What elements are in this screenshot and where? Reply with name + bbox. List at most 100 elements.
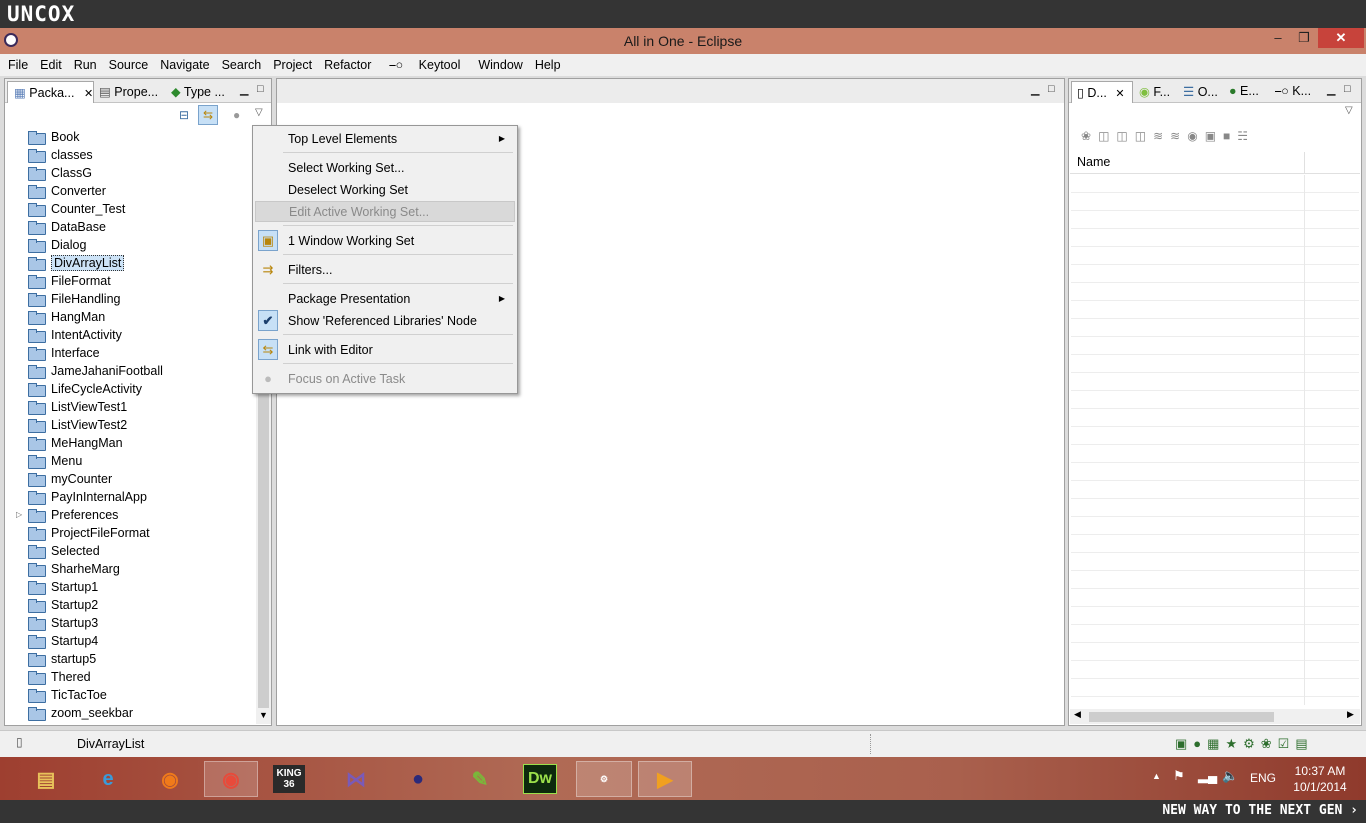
- menu-project[interactable]: Project: [267, 58, 318, 72]
- menu-item-filters[interactable]: ⇉ Filters...: [255, 259, 515, 280]
- tree-item[interactable]: Book: [28, 128, 80, 146]
- tree-item[interactable]: HangMan: [28, 308, 105, 326]
- trash-icon[interactable]: ◫: [1135, 129, 1153, 143]
- devices-horizontal-scrollbar[interactable]: ◀ ▶: [1070, 709, 1360, 724]
- tree-item[interactable]: MeHangMan: [28, 434, 123, 452]
- minimize-editor-icon[interactable]: ▁: [1031, 83, 1039, 96]
- tab-emulator[interactable]: ● E...: [1229, 81, 1271, 103]
- tree-item[interactable]: Thered: [28, 668, 91, 686]
- tree-item[interactable]: Selected: [28, 542, 100, 560]
- close-tab-icon[interactable]: ✕: [1115, 88, 1124, 100]
- tab-keytool[interactable]: ⎯○ K...: [1275, 81, 1319, 103]
- menu-item-link-with-editor[interactable]: ⇆ Link with Editor: [255, 339, 515, 360]
- tray-expand-icon[interactable]: ▲: [1152, 771, 1161, 781]
- focus-task-icon[interactable]: ●: [233, 108, 240, 122]
- tree-item[interactable]: ListViewTest1: [28, 398, 127, 416]
- restore-button[interactable]: ❐: [1291, 28, 1317, 48]
- view-menu-icon[interactable]: ▽: [1345, 105, 1353, 116]
- tree-item-selected[interactable]: DivArrayList: [28, 254, 125, 272]
- tree-item[interactable]: TicTacToe: [28, 686, 107, 704]
- tab-package-explorer[interactable]: ▦ Packa... ✕: [7, 81, 94, 103]
- expand-arrow-icon[interactable]: ▷: [16, 510, 22, 519]
- tree-item[interactable]: ClassG: [28, 164, 92, 182]
- tree-item[interactable]: Dialog: [28, 236, 86, 254]
- menu-item-deselect-working-set[interactable]: Deselect Working Set: [255, 179, 515, 200]
- menu-item-show-referenced-libraries[interactable]: ✔ Show 'Referenced Libraries' Node: [255, 310, 515, 331]
- menu-edit[interactable]: Edit: [34, 58, 68, 72]
- new-item-icon[interactable]: ▯: [16, 735, 23, 749]
- menu-item-edit-active-working-set[interactable]: Edit Active Working Set...: [255, 201, 515, 222]
- tree-item[interactable]: Startup1: [28, 578, 98, 596]
- tree-item[interactable]: Startup4: [28, 632, 98, 650]
- camera-icon[interactable]: ▣: [1205, 129, 1223, 143]
- scroll-right-icon[interactable]: ▶: [1347, 709, 1354, 720]
- tree-item[interactable]: zoom_seekbar: [28, 704, 133, 722]
- visual-studio-icon[interactable]: ⋈: [336, 761, 376, 797]
- menu-item-window-working-set[interactable]: ▣ 1 Window Working Set: [255, 230, 515, 251]
- tree-item[interactable]: Startup2: [28, 596, 98, 614]
- tree-item[interactable]: Converter: [28, 182, 106, 200]
- menu-search[interactable]: Search: [216, 58, 268, 72]
- tasks-icon[interactable]: ☑: [1278, 736, 1296, 751]
- debug-icon[interactable]: ❀: [1081, 129, 1098, 143]
- menu-file[interactable]: File: [2, 58, 34, 72]
- network-icon[interactable]: ▂▄: [1198, 768, 1217, 784]
- chrome-icon[interactable]: ◉: [204, 761, 258, 797]
- tree-item-preferences[interactable]: Preferences: [28, 506, 118, 524]
- tree-item[interactable]: Menu: [28, 452, 82, 470]
- record-icon[interactable]: ■: [1223, 129, 1237, 143]
- threads-stop-icon[interactable]: ≋: [1170, 129, 1187, 143]
- dreamweaver-icon[interactable]: Dw: [523, 764, 557, 794]
- scrollbar-thumb[interactable]: [1089, 712, 1274, 722]
- systrace-icon[interactable]: ☵: [1237, 129, 1255, 143]
- menu-keytool[interactable]: ⎯○ Keytool: [377, 58, 472, 73]
- language-indicator[interactable]: ENG: [1250, 771, 1276, 785]
- maximize-view-icon[interactable]: □: [257, 83, 264, 95]
- menu-item-package-presentation[interactable]: Package Presentation ▶: [255, 288, 515, 309]
- minimize-view-icon[interactable]: ▁: [240, 83, 248, 96]
- menu-source[interactable]: Source: [103, 58, 155, 72]
- view-menu-icon[interactable]: ▽: [255, 107, 263, 118]
- collapse-all-icon[interactable]: ⊟: [179, 108, 189, 122]
- tree-item[interactable]: Startup3: [28, 614, 98, 632]
- scroll-left-icon[interactable]: ◀: [1074, 709, 1081, 720]
- tree-item[interactable]: ProjectFileFormat: [28, 524, 150, 542]
- java-ee-ide-icon[interactable]: ⚙: [576, 761, 632, 797]
- tree-item[interactable]: ListViewTest2: [28, 416, 127, 434]
- eclipse-icon[interactable]: ●: [398, 761, 438, 797]
- close-tab-icon[interactable]: ✕: [84, 88, 93, 100]
- column-divider[interactable]: [1304, 152, 1305, 174]
- tree-item[interactable]: startup5: [28, 650, 96, 668]
- volume-icon[interactable]: 🔈: [1222, 768, 1238, 784]
- tree-item[interactable]: JameJahaniFootball: [28, 362, 163, 380]
- internet-explorer-icon[interactable]: e: [88, 761, 128, 797]
- menu-item-select-working-set[interactable]: Select Working Set...: [255, 157, 515, 178]
- tree-item[interactable]: Counter_Test: [28, 200, 125, 218]
- debug-icon[interactable]: ❀: [1261, 736, 1278, 751]
- threads-icon[interactable]: ≋: [1153, 129, 1170, 143]
- tree-item[interactable]: IntentActivity: [28, 326, 122, 344]
- stop-icon[interactable]: ◉: [1187, 129, 1204, 143]
- tree-item[interactable]: FileHandling: [28, 290, 120, 308]
- console-icon[interactable]: ▤: [1295, 736, 1313, 751]
- tab-type-hierarchy[interactable]: ◆ Type ...: [171, 81, 233, 103]
- menu-item-focus-active-task[interactable]: ● Focus on Active Task: [255, 368, 515, 389]
- menu-refactor[interactable]: Refactor: [318, 58, 377, 72]
- dump-icon[interactable]: ◫: [1116, 129, 1134, 143]
- avd-manager-icon[interactable]: ▦: [1207, 736, 1225, 751]
- tree-item[interactable]: Interface: [28, 344, 100, 362]
- maximize-view-icon[interactable]: □: [1344, 83, 1351, 95]
- menu-navigate[interactable]: Navigate: [154, 58, 215, 72]
- sdk-manager-icon[interactable]: ●: [1193, 736, 1207, 751]
- hierarchy-icon[interactable]: ⚙: [1243, 736, 1261, 751]
- tree-item[interactable]: classes: [28, 146, 93, 164]
- minimize-button[interactable]: –: [1265, 28, 1291, 48]
- menu-help[interactable]: Help: [529, 58, 567, 72]
- minimize-view-icon[interactable]: ▁: [1327, 83, 1335, 96]
- system-clock[interactable]: 10:37 AM 10/1/2014: [1290, 763, 1350, 795]
- scroll-down-icon[interactable]: ▼: [259, 710, 268, 720]
- tree-item[interactable]: SharheMarg: [28, 560, 120, 578]
- firefox-icon[interactable]: ◉: [150, 761, 190, 797]
- tab-outline[interactable]: ☰ O...: [1183, 81, 1225, 103]
- wand-icon[interactable]: ★: [1225, 736, 1243, 751]
